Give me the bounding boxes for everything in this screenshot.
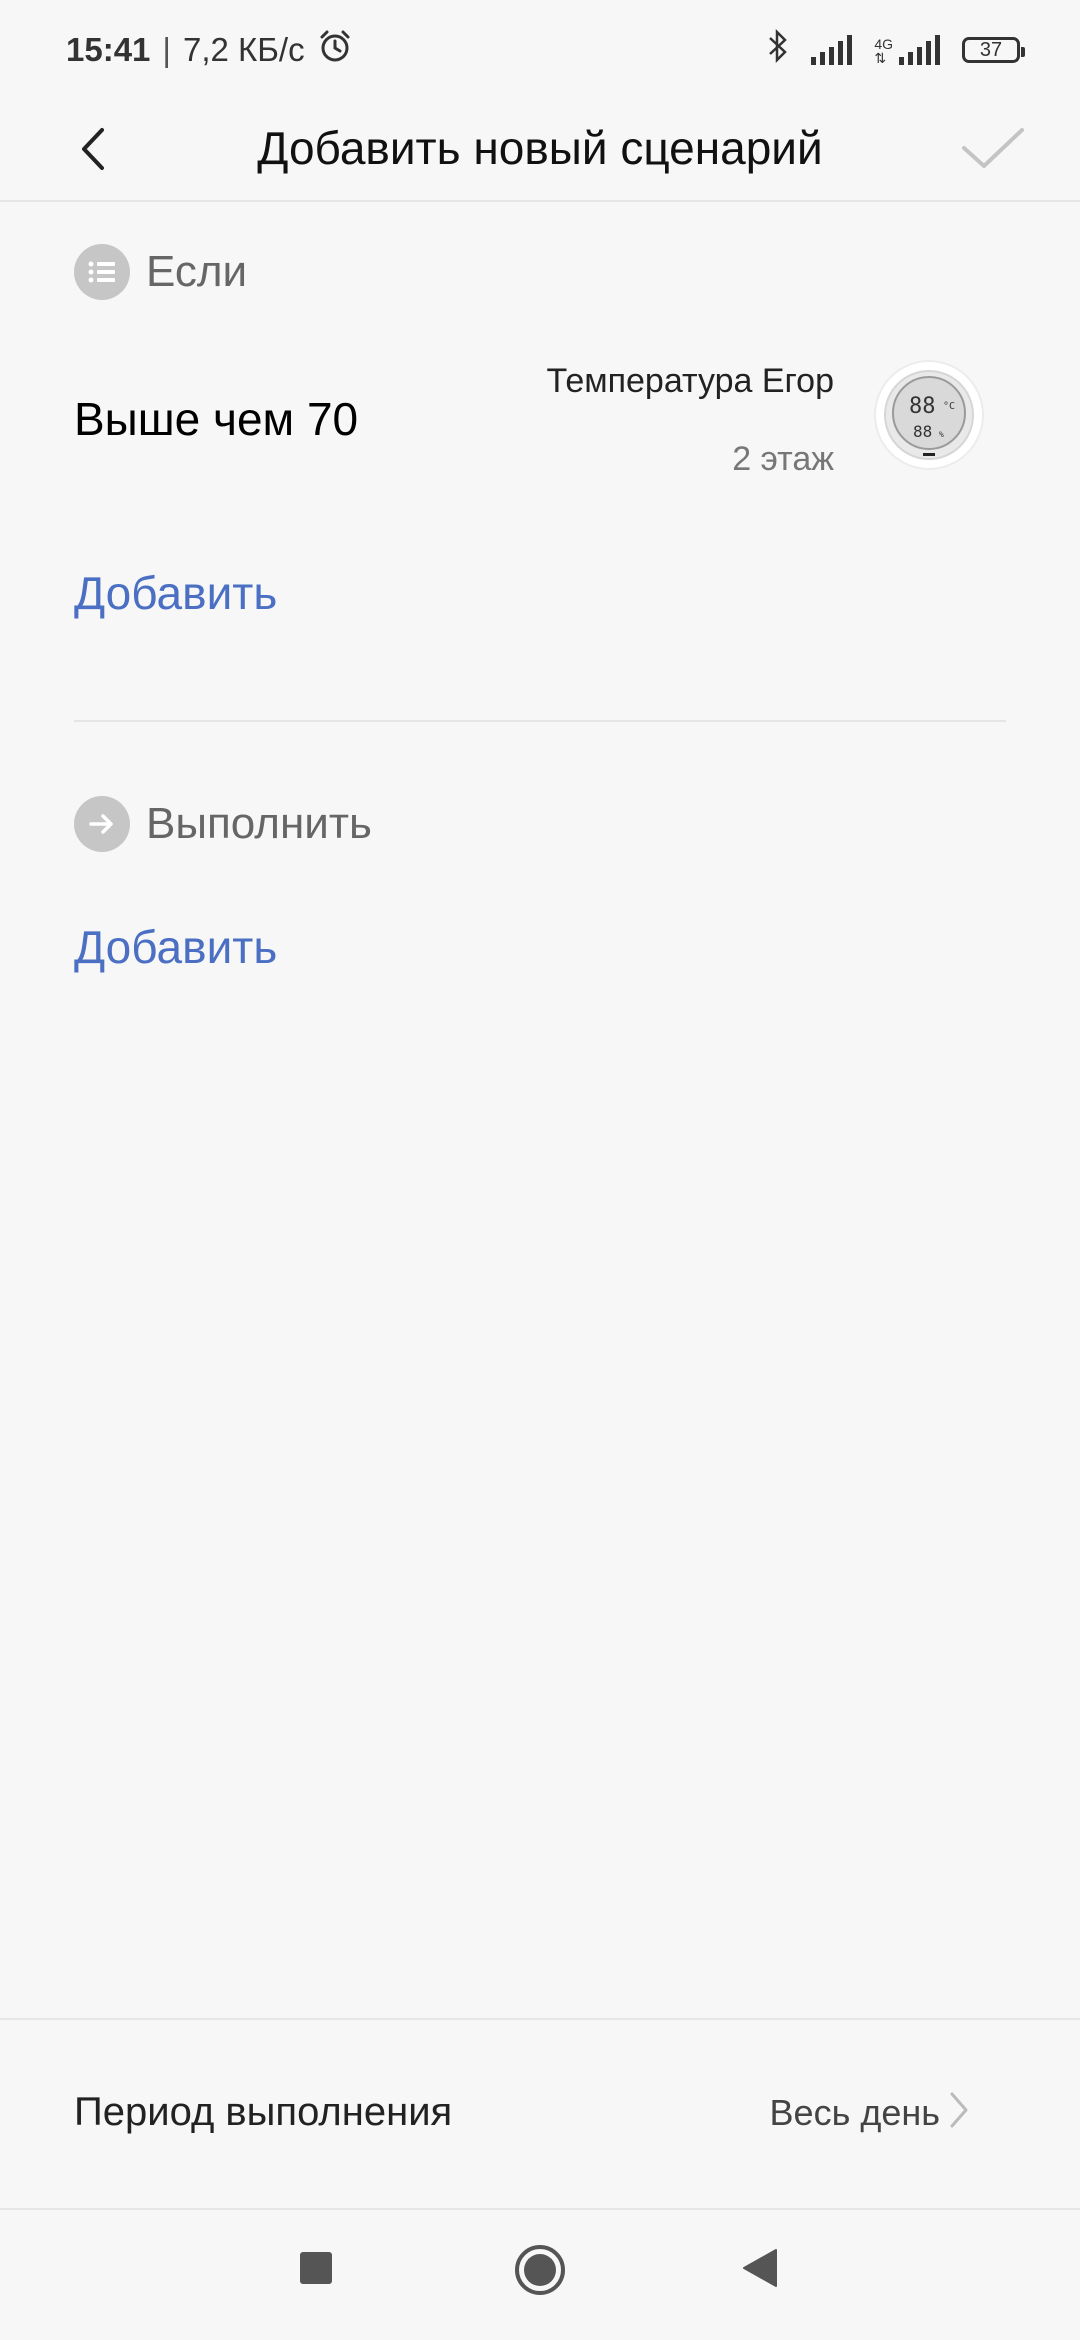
add-condition-link[interactable]: Добавить [74, 566, 277, 620]
execution-period-row[interactable]: Период выполнения Весь день [0, 2018, 1080, 2210]
svg-text:88: 88 [909, 394, 936, 419]
arrow-right-icon [74, 796, 130, 852]
chevron-right-icon [948, 2090, 970, 2135]
svg-text:%: % [939, 430, 944, 439]
period-label: Период выполнения [74, 2090, 453, 2134]
system-nav-bar [0, 2210, 1080, 2340]
device-room: 2 этаж [732, 440, 834, 478]
period-value: Весь день [769, 2092, 940, 2133]
network-type: 4G [874, 36, 893, 52]
back-nav-button[interactable] [740, 2246, 780, 2295]
section-divider [74, 720, 1006, 722]
condition-value: Выше чем 70 [74, 393, 359, 445]
alarm-icon [317, 28, 353, 72]
status-separator: | [162, 31, 171, 68]
checkmark-icon [962, 128, 1024, 168]
thermometer-device-icon: 88 °C 88 % [874, 360, 984, 470]
svg-text:88: 88 [913, 422, 932, 441]
status-right: 4G ⇅ 37 [767, 28, 1025, 72]
signal-strength-icon [811, 35, 853, 65]
bluetooth-icon [767, 28, 789, 72]
confirm-button[interactable] [958, 118, 1028, 180]
svg-text:°C: °C [943, 401, 955, 412]
if-section-header: Если [74, 244, 247, 300]
mobile-data-icon: 4G ⇅ [874, 35, 940, 65]
triangle-back-icon [743, 2249, 777, 2287]
then-section-header: Выполнить [74, 796, 372, 852]
app-header: Добавить новый сценарий [0, 100, 1080, 202]
list-icon [74, 244, 130, 300]
page-title: Добавить новый сценарий [257, 122, 823, 174]
square-icon [300, 2252, 332, 2284]
if-section-title: Если [146, 247, 248, 296]
status-bar: 15:41 | 7,2 КБ/с 4G ⇅ 37 [0, 0, 1080, 100]
device-name: Температура Егор [546, 362, 834, 400]
circle-icon [515, 2245, 565, 2295]
add-action-link[interactable]: Добавить [74, 920, 277, 974]
network-speed: 7,2 КБ/с [182, 31, 305, 68]
battery-icon: 37 [962, 37, 1025, 63]
recents-button[interactable] [296, 2248, 336, 2293]
home-button[interactable] [512, 2242, 568, 2303]
data-arrows-icon: ⇅ [874, 50, 887, 66]
status-time: 15:41 [66, 31, 151, 68]
status-left: 15:41 | 7,2 КБ/с [66, 28, 353, 72]
condition-row[interactable]: Выше чем 70 Температура Егор 2 этаж 88 °… [74, 340, 1014, 500]
battery-level: 37 [979, 38, 1003, 61]
then-section-title: Выполнить [146, 799, 372, 848]
